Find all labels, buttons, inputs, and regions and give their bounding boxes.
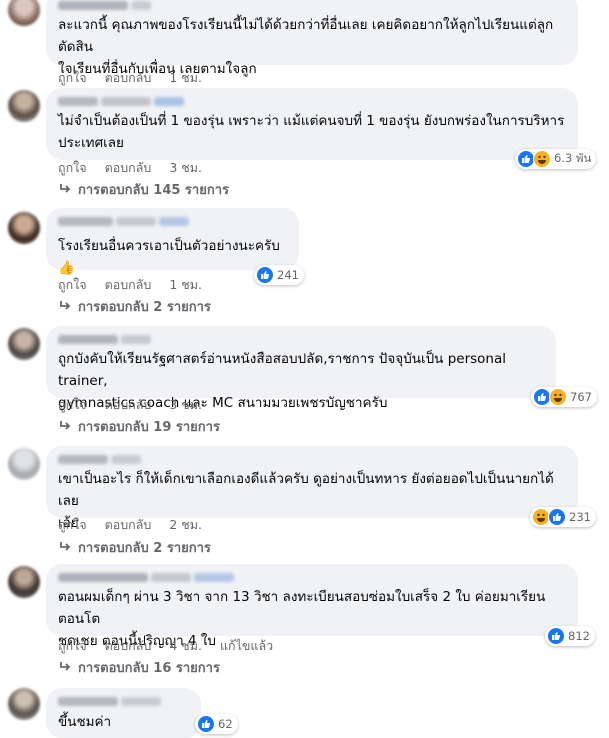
reply-arrow-icon — [60, 301, 71, 310]
author-name[interactable] — [58, 694, 189, 709]
reaction-count: 6.3 พัน — [554, 151, 592, 165]
comment-bubble: ละแวกนี้ คุณภาพของโรงเรียนนี้ไม่ได้ด้วยก… — [46, 0, 578, 77]
replies-count-label: การตอบกลับ 19 รายการ — [78, 419, 220, 435]
replies-count-label: การตอบกลับ 2 รายการ — [78, 299, 211, 315]
like-reaction-icon — [548, 508, 566, 526]
timestamp[interactable]: 3 ชม. — [169, 395, 202, 415]
avatar[interactable] — [8, 566, 40, 598]
comment-bubble: ตอนผมเด็กๆ ผ่าน 3 วิชา จาก 13 วิชา ลงทะเ… — [46, 564, 578, 649]
view-replies-link[interactable]: การตอบกลับ 16 รายการ — [58, 658, 220, 676]
haha-reaction-icon — [549, 388, 567, 406]
timestamp[interactable]: 1 ชม. — [169, 275, 202, 295]
like-reaction-icon — [256, 266, 274, 284]
timestamp[interactable]: 2 ชม. — [169, 515, 202, 535]
reaction-count: 767 — [570, 390, 592, 404]
comment-bubble: ไม่จำเป็นต้องเป็นที่ 1 ของรุ่น เพราะว่า … — [46, 88, 578, 160]
author-name[interactable] — [58, 214, 287, 229]
comment-actions: ถูกใจ ตอบกลับ 1 ชม. — [58, 70, 202, 86]
timestamp[interactable]: 3 ชม. — [169, 158, 202, 178]
avatar[interactable] — [8, 328, 40, 360]
reaction-summary[interactable]: 62 — [195, 714, 238, 734]
reaction-count: 62 — [218, 717, 233, 731]
like-reaction-icon — [197, 715, 215, 733]
comment-bubble: ขึ้นชมค่า — [46, 688, 201, 738]
like-reaction-icon — [547, 627, 565, 645]
author-name[interactable] — [58, 452, 566, 467]
avatar[interactable] — [8, 212, 40, 244]
reply-link[interactable]: ตอบกลับ — [105, 68, 152, 88]
reply-arrow-icon — [60, 542, 71, 551]
comment-bubble: ถูกบังคับให้เรียนรัฐศาสตร์อ่านหนังสือสอบ… — [46, 326, 556, 411]
comment-text: ไม่จำเป็นต้องเป็นที่ 1 ของรุ่น เพราะว่า … — [58, 113, 565, 151]
reaction-summary[interactable]: 767 — [531, 387, 597, 407]
timestamp[interactable]: 4 ชม. — [169, 636, 202, 656]
comment-actions: ถูกใจ ตอบกลับ 3 ชม. — [58, 160, 202, 176]
comment-actions: ถูกใจ ตอบกลับ 3 ชม. — [58, 397, 202, 413]
view-replies-link[interactable]: การตอบกลับ 19 รายการ — [58, 417, 220, 435]
reply-link[interactable]: ตอบกลับ — [105, 158, 152, 178]
reaction-count: 812 — [568, 629, 590, 643]
reply-link[interactable]: ตอบกลับ — [105, 275, 152, 295]
reaction-summary[interactable]: 241 — [254, 265, 304, 285]
comment-bubble: โรงเรียนอื่นควรเอาเป็นตัวอย่างนะครับ 👍 — [46, 208, 299, 276]
replies-count-label: การตอบกลับ 2 รายการ — [78, 540, 211, 556]
comment-actions: ถูกใจ ตอบกลับ 2 ชม. — [58, 517, 202, 533]
author-name[interactable] — [58, 570, 566, 585]
comment-actions: ถูกใจ ตอบกลับ 1 ชม. — [58, 277, 202, 293]
reaction-summary[interactable]: 231 — [530, 507, 596, 527]
replies-count-label: การตอบกลับ 145 รายการ — [78, 182, 229, 198]
avatar[interactable] — [8, 448, 40, 480]
reply-arrow-icon — [60, 662, 71, 671]
like-link[interactable]: ถูกใจ — [58, 68, 87, 88]
reaction-count: 241 — [277, 268, 299, 282]
timestamp[interactable]: 1 ชม. — [169, 68, 202, 88]
author-name[interactable] — [58, 0, 566, 13]
view-replies-link[interactable]: การตอบกลับ 145 รายการ — [58, 180, 229, 198]
like-link[interactable]: ถูกใจ — [58, 636, 87, 656]
reply-arrow-icon — [60, 421, 71, 430]
comment-text: โรงเรียนอื่นควรเอาเป็นตัวอย่างนะครับ 👍 — [58, 238, 285, 276]
haha-reaction-icon — [533, 150, 551, 168]
avatar[interactable] — [8, 90, 40, 122]
reply-link[interactable]: ตอบกลับ — [105, 395, 152, 415]
reaction-count: 231 — [569, 510, 591, 524]
edited-label[interactable]: แก้ไขแล้ว — [220, 636, 273, 656]
like-link[interactable]: ถูกใจ — [58, 395, 87, 415]
like-link[interactable]: ถูกใจ — [58, 275, 87, 295]
view-replies-link[interactable]: การตอบกลับ 2 รายการ — [58, 297, 211, 315]
reply-link[interactable]: ตอบกลับ — [105, 515, 152, 535]
comment-bubble: เขาเป็นอะไร ก็ให้เด็กเขาเลือกเองดีแล้วคร… — [46, 446, 578, 531]
like-link[interactable]: ถูกใจ — [58, 515, 87, 535]
reply-arrow-icon — [60, 184, 71, 193]
author-name[interactable] — [58, 94, 566, 109]
reply-link[interactable]: ตอบกลับ — [105, 636, 152, 656]
like-link[interactable]: ถูกใจ — [58, 158, 87, 178]
reaction-summary[interactable]: 812 — [545, 626, 595, 646]
replies-count-label: การตอบกลับ 16 รายการ — [78, 660, 220, 676]
avatar[interactable] — [8, 0, 40, 26]
comment-actions: ถูกใจ ตอบกลับ 4 ชม. แก้ไขแล้ว — [58, 638, 273, 654]
author-name[interactable] — [58, 332, 544, 347]
avatar[interactable] — [8, 688, 40, 720]
reaction-summary[interactable]: 6.3 พัน — [515, 149, 597, 169]
view-replies-link[interactable]: การตอบกลับ 2 รายการ — [58, 538, 211, 556]
